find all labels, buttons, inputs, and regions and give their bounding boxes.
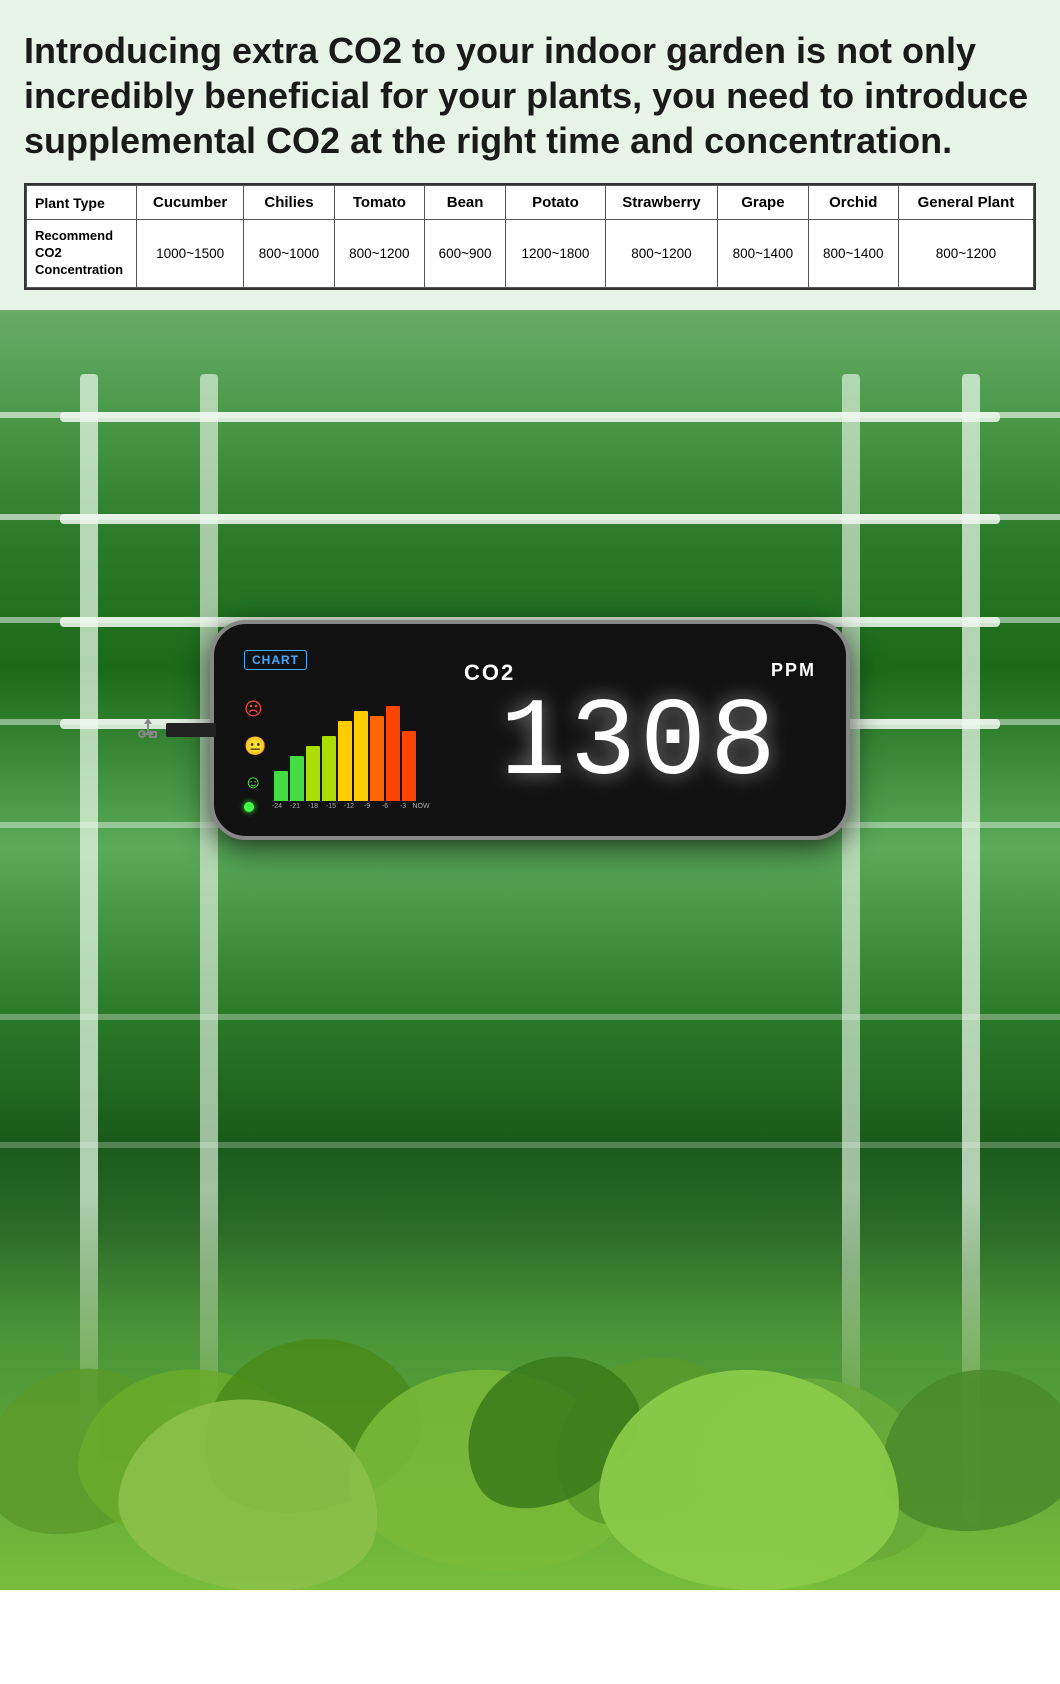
cell-chilies: 800~1000	[244, 220, 334, 288]
cell-strawberry: 800~1200	[605, 220, 717, 288]
top-section: Introducing extra CO2 to your indoor gar…	[0, 0, 1060, 310]
smiley-indicators: ☹ 😐 ☺	[244, 691, 266, 801]
led-indicator	[244, 802, 254, 812]
co2-value-display: 1308	[500, 690, 780, 800]
row-label: Recommend CO2 Concentration	[27, 220, 137, 288]
col-header-general: General Plant	[898, 186, 1033, 220]
chart-tag: CHART	[244, 650, 307, 670]
cell-potato: 1200~1800	[506, 220, 606, 288]
lettuce-leaves	[0, 1090, 1060, 1590]
usb-cable	[166, 723, 216, 737]
x-label-0: -24	[268, 803, 286, 810]
farm-section: CHART ☹ 😐 ☺ -24-21-18-15-12-9-6-3NOW	[0, 310, 1060, 1590]
bar-3	[322, 736, 336, 801]
x-label-8: NOW	[412, 803, 430, 810]
x-label-2: -18	[304, 803, 322, 810]
col-header-orchid: Orchid	[808, 186, 898, 220]
pipe-h-2	[60, 514, 1000, 524]
x-label-1: -21	[286, 803, 304, 810]
cell-general: 800~1200	[898, 220, 1033, 288]
bar-0	[274, 771, 288, 801]
x-label-3: -15	[322, 803, 340, 810]
col-header-potato: Potato	[506, 186, 606, 220]
bar-8	[402, 731, 416, 801]
pipe-h-1	[60, 412, 1000, 422]
chart-area: ☹ 😐 ☺	[244, 676, 444, 801]
x-label-5: -9	[358, 803, 376, 810]
co2-table: Plant Type Cucumber Chilies Tomato Bean …	[26, 185, 1034, 288]
ppm-label: PPM	[771, 660, 816, 681]
device-container: CHART ☹ 😐 ☺ -24-21-18-15-12-9-6-3NOW	[210, 620, 850, 840]
co2-device: CHART ☹ 😐 ☺ -24-21-18-15-12-9-6-3NOW	[210, 620, 850, 840]
bar-chart	[274, 691, 416, 801]
smiley-yellow: 😐	[244, 737, 266, 755]
table-header-row: Plant Type Cucumber Chilies Tomato Bean …	[27, 186, 1034, 220]
bar-4	[338, 721, 352, 801]
x-label-7: -3	[394, 803, 412, 810]
col-header-tomato: Tomato	[334, 186, 424, 220]
cell-cucumber: 1000~1500	[137, 220, 244, 288]
headline: Introducing extra CO2 to your indoor gar…	[24, 28, 1036, 163]
chart-label-row: CHART	[244, 650, 444, 670]
table-data-row: Recommend CO2 Concentration 1000~1500 80…	[27, 220, 1034, 288]
usb-port	[166, 723, 216, 737]
bar-5	[354, 711, 368, 801]
col-header-grape: Grape	[718, 186, 808, 220]
x-label-6: -6	[376, 803, 394, 810]
bar-2	[306, 746, 320, 801]
cell-grape: 800~1400	[718, 220, 808, 288]
col-header-plant-type: Plant Type	[27, 186, 137, 220]
cell-tomato: 800~1200	[334, 220, 424, 288]
col-header-strawberry: Strawberry	[605, 186, 717, 220]
col-header-chilies: Chilies	[244, 186, 334, 220]
bar-7	[386, 706, 400, 801]
usb-symbol-icon	[130, 712, 166, 748]
bar-1	[290, 756, 304, 801]
col-header-cucumber: Cucumber	[137, 186, 244, 220]
bar-6	[370, 716, 384, 801]
smiley-red: ☹	[244, 700, 266, 718]
col-header-bean: Bean	[425, 186, 506, 220]
device-chart: CHART ☹ 😐 ☺ -24-21-18-15-12-9-6-3NOW	[244, 650, 444, 810]
shelf-row-6	[0, 1014, 1060, 1020]
device-readings: CO2 PPM 1308	[444, 660, 816, 800]
smiley-green: ☺	[244, 773, 266, 791]
cell-orchid: 800~1400	[808, 220, 898, 288]
x-label-4: -12	[340, 803, 358, 810]
co2-table-wrapper: Plant Type Cucumber Chilies Tomato Bean …	[24, 183, 1036, 290]
chart-x-labels: -24-21-18-15-12-9-6-3NOW	[244, 803, 444, 810]
cell-bean: 600~900	[425, 220, 506, 288]
